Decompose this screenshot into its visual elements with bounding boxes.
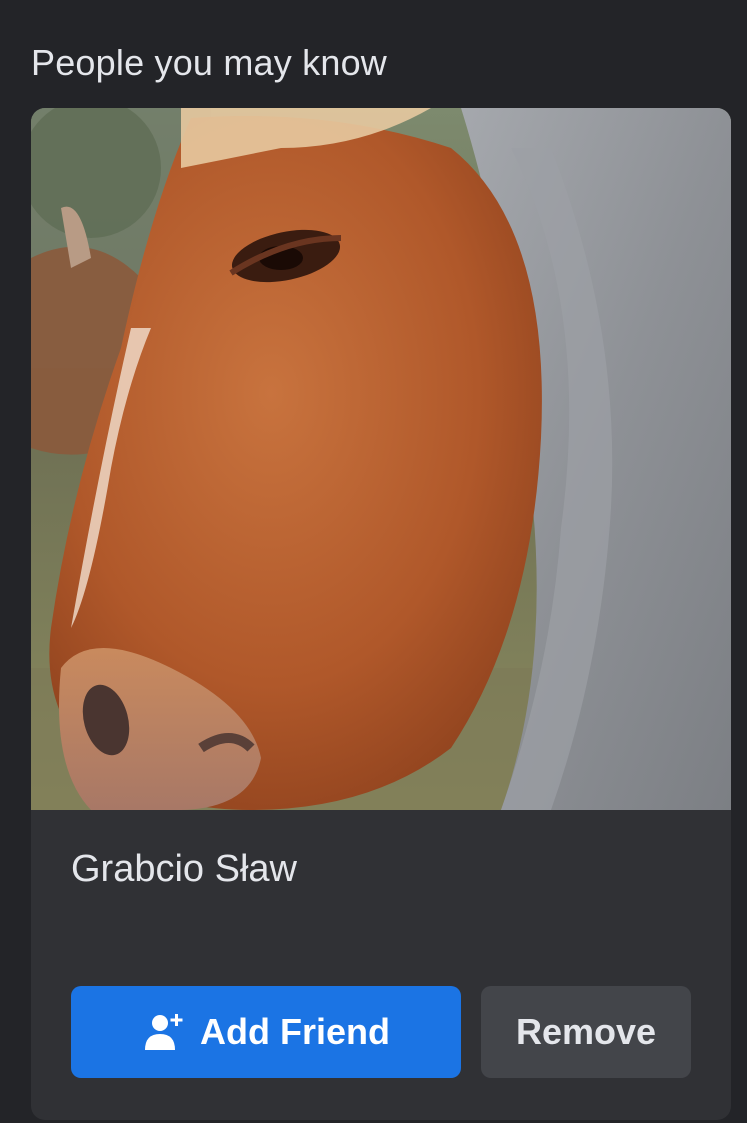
add-friend-button[interactable]: Add Friend — [71, 986, 461, 1078]
profile-photo[interactable] — [31, 108, 731, 810]
remove-label: Remove — [515, 1011, 657, 1052]
remove-button[interactable]: Remove — [481, 986, 691, 1078]
suggested-person-name[interactable]: Grabcio Sław — [71, 848, 297, 891]
add-person-icon — [145, 1014, 183, 1050]
friend-suggestion-card[interactable]: Grabcio Sław Add Friend Remove — [31, 108, 731, 1120]
section-title: People you may know — [31, 42, 387, 83]
screen: People you may know Grabcio Sław Add Fri… — [0, 0, 747, 1123]
add-friend-label: Add Friend — [200, 1011, 390, 1052]
